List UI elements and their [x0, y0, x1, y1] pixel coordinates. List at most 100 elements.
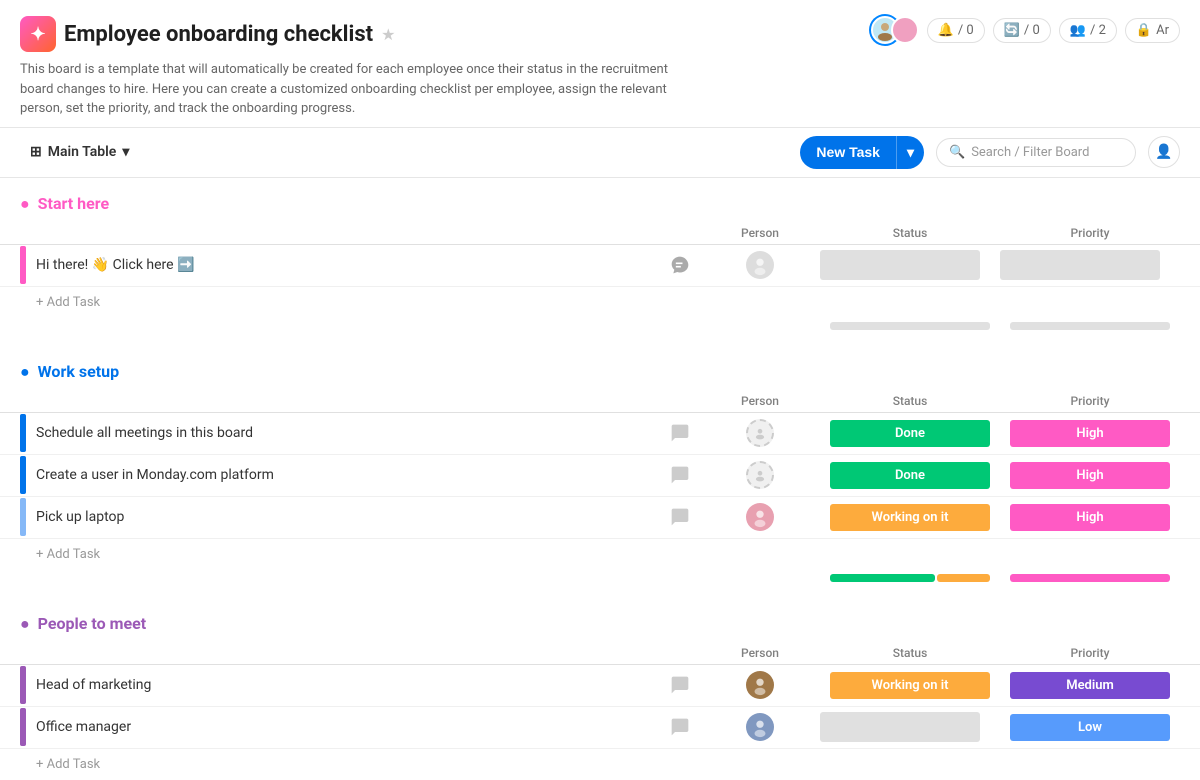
task-priority-col: High — [1000, 504, 1180, 531]
priority-badge-task-3[interactable]: High — [1010, 462, 1170, 489]
group-collapse-icon[interactable]: ● — [20, 614, 30, 634]
lock-icon: 🔒 — [1136, 23, 1152, 38]
header-description: This board is a template that will autom… — [20, 60, 700, 119]
priority-badge-task-6[interactable]: Low — [1010, 714, 1170, 741]
priority-badge-task-4[interactable]: High — [1010, 504, 1170, 531]
chat-icon[interactable] — [668, 673, 692, 697]
priority-badge-empty-task-1[interactable] — [1000, 250, 1160, 280]
col-header-person: Person — [700, 646, 820, 660]
add-task-button-start-here[interactable]: + Add Task — [0, 287, 1200, 318]
new-task-arrow-icon[interactable]: ▾ — [896, 136, 924, 169]
task-person-avatar — [746, 713, 774, 741]
favorite-icon[interactable]: ★ — [381, 25, 395, 44]
person-filter-button[interactable]: 👤 — [1148, 136, 1180, 168]
new-task-button[interactable]: New Task ▾ — [800, 136, 924, 169]
task-person-empty[interactable] — [746, 461, 774, 489]
new-task-label: New Task — [800, 136, 896, 168]
add-task-label: + Add Task — [36, 295, 100, 310]
task-name: Hi there! 👋 Click here ➡️ — [36, 249, 668, 281]
summary-priority-col — [1000, 322, 1180, 330]
search-icon: 🔍 — [949, 145, 965, 160]
add-task-button-work-setup[interactable]: + Add Task — [0, 539, 1200, 570]
col-header-priority: Priority — [1000, 226, 1180, 240]
status-badge-task-3[interactable]: Done — [830, 462, 990, 489]
summary-priority-bar — [1010, 574, 1170, 582]
page-title: Employee onboarding checklist — [64, 22, 373, 47]
chat-icon[interactable] — [668, 463, 692, 487]
status-badge-empty-task-1[interactable] — [820, 250, 980, 280]
header-stat-people[interactable]: 👥 / 2 — [1059, 18, 1117, 43]
status-badge-task-2[interactable]: Done — [830, 420, 990, 447]
people-count: / 2 — [1090, 23, 1106, 38]
table-selector[interactable]: ⊞ Main Table ▾ — [20, 138, 139, 166]
person-filter-icon: 👤 — [1155, 144, 1172, 160]
search-placeholder-text: Search / Filter Board — [971, 145, 1089, 160]
header-stat-bell[interactable]: 🔔 / 0 — [927, 18, 985, 43]
avatar-secondary[interactable] — [891, 16, 919, 44]
status-badge-task-4[interactable]: Working on it — [830, 504, 990, 531]
column-headers-start-here: Person Status Priority — [0, 222, 1200, 245]
task-row-task-6[interactable]: Office manager Low — [0, 707, 1200, 749]
task-row-task-1[interactable]: Hi there! 👋 Click here ➡️ — [0, 245, 1200, 287]
task-row-task-4[interactable]: Pick up laptop Working on it High — [0, 497, 1200, 539]
add-task-button-people-to-meet[interactable]: + Add Task — [0, 749, 1200, 780]
bell-count: / 0 — [958, 23, 974, 38]
column-headers-people-to-meet: Person Status Priority — [0, 642, 1200, 665]
group-title[interactable]: Work setup — [38, 362, 119, 381]
task-row-task-3[interactable]: Create a user in Monday.com platform Don… — [0, 455, 1200, 497]
task-row-task-2[interactable]: Schedule all meetings in this board Done… — [0, 413, 1200, 455]
group-title[interactable]: People to meet — [38, 614, 147, 633]
group-work-setup: ● Work setup Person Status Priority Sche… — [0, 346, 1200, 598]
task-person-col — [700, 461, 820, 489]
status-badge-empty-task-6[interactable] — [820, 712, 980, 742]
group-title[interactable]: Start here — [38, 194, 109, 213]
task-name: Office manager — [36, 711, 668, 743]
group-collapse-icon[interactable]: ● — [20, 362, 30, 382]
avatar-group[interactable] — [871, 16, 919, 44]
col-header-person: Person — [700, 394, 820, 408]
task-status-col — [820, 250, 1000, 280]
chat-icon[interactable] — [668, 421, 692, 445]
more-label: Ar — [1156, 23, 1169, 38]
priority-badge-task-5[interactable]: Medium — [1010, 672, 1170, 699]
page-header: ✦ Employee onboarding checklist ★ This b… — [0, 0, 1200, 128]
col-header-status: Status — [820, 394, 1000, 408]
add-task-label: + Add Task — [36, 547, 100, 562]
task-status-col: Done — [820, 462, 1000, 489]
task-priority-col: Medium — [1000, 672, 1180, 699]
summary-status-col — [820, 574, 1000, 582]
priority-bars — [1010, 574, 1170, 582]
group-people-to-meet: ● People to meet Person Status Priority … — [0, 598, 1200, 780]
task-person-empty[interactable] — [746, 419, 774, 447]
board-content: ● Start here Person Status Priority Hi t… — [0, 178, 1200, 780]
group-collapse-icon[interactable]: ● — [20, 194, 30, 214]
status-bars — [830, 574, 990, 582]
task-row-task-5[interactable]: Head of marketing Working on it Medium — [0, 665, 1200, 707]
status-bars — [830, 322, 990, 330]
task-priority-col: High — [1000, 420, 1180, 447]
chat-icon[interactable] — [668, 715, 692, 739]
chat-icon[interactable] — [668, 253, 692, 277]
task-priority-col — [1000, 250, 1180, 280]
task-color-bar — [20, 414, 26, 452]
priority-badge-task-2[interactable]: High — [1010, 420, 1170, 447]
task-status-col: Working on it — [820, 504, 1000, 531]
group-header-people-to-meet: ● People to meet — [0, 598, 1200, 642]
task-status-col: Working on it — [820, 672, 1000, 699]
search-filter-box[interactable]: 🔍 Search / Filter Board — [936, 138, 1136, 167]
summary-priority-bar — [1010, 322, 1170, 330]
group-summary-start-here — [0, 318, 1200, 346]
status-badge-task-5[interactable]: Working on it — [830, 672, 990, 699]
column-headers-work-setup: Person Status Priority — [0, 390, 1200, 413]
task-color-bar — [20, 708, 26, 746]
col-header-priority: Priority — [1000, 394, 1180, 408]
summary-status-col — [820, 322, 1000, 330]
chat-icon[interactable] — [668, 505, 692, 529]
task-color-bar — [20, 666, 26, 704]
header-stat-more[interactable]: 🔒 Ar — [1125, 18, 1180, 43]
header-stat-updates[interactable]: 🔄 / 0 — [993, 18, 1051, 43]
table-chevron-icon: ▾ — [122, 144, 129, 160]
task-priority-col: High — [1000, 462, 1180, 489]
header-actions: 🔔 / 0 🔄 / 0 👥 / 2 🔒 Ar — [871, 16, 1180, 44]
task-color-bar — [20, 456, 26, 494]
